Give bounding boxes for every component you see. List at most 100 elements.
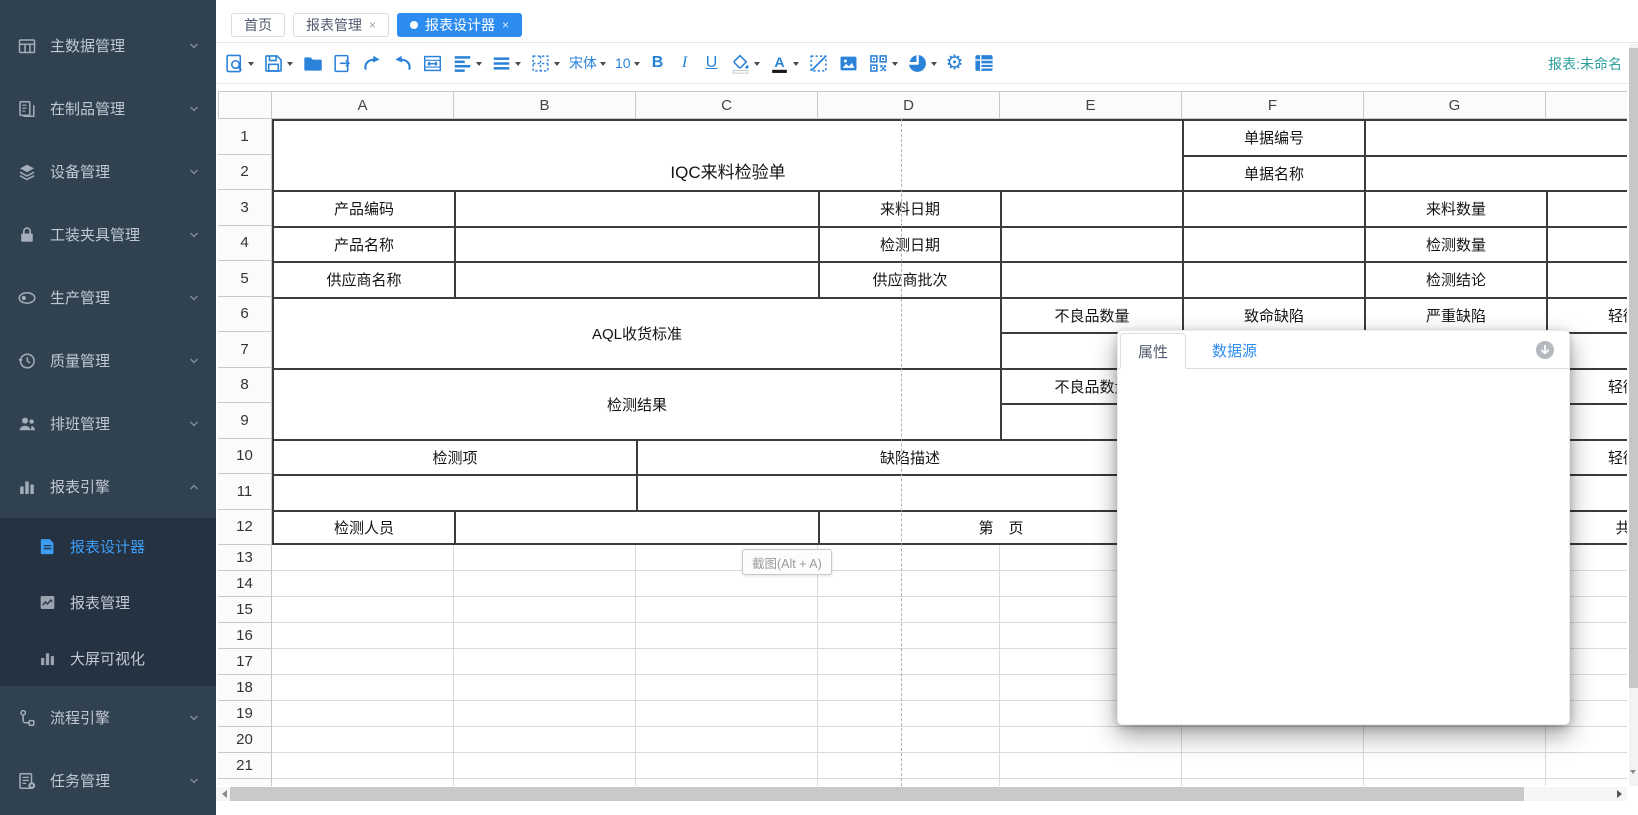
table-cell[interactable] bbox=[1364, 155, 1627, 191]
column-header[interactable]: E bbox=[1000, 91, 1182, 119]
underline-button[interactable]: U bbox=[703, 54, 721, 72]
font-family-select[interactable]: 宋体 bbox=[569, 53, 606, 73]
grid-cell[interactable] bbox=[1546, 727, 1627, 753]
sidebar-item-11[interactable]: 流程引擎 bbox=[0, 686, 216, 749]
tab-report-management[interactable]: 报表管理× bbox=[293, 13, 389, 37]
table-cell[interactable]: AQL收货标准 bbox=[272, 297, 1000, 368]
row-header[interactable]: 3 bbox=[218, 190, 272, 226]
table-cell[interactable] bbox=[454, 190, 818, 226]
table-cell[interactable]: 检测项 bbox=[272, 439, 636, 475]
grid-cell[interactable] bbox=[818, 649, 1000, 675]
table-cell[interactable] bbox=[1000, 226, 1182, 262]
grid-cell[interactable] bbox=[636, 779, 818, 786]
grid-cell[interactable] bbox=[1000, 727, 1182, 753]
grid-cell[interactable] bbox=[1364, 753, 1546, 779]
grid-cell[interactable] bbox=[454, 753, 636, 779]
grid-cell[interactable] bbox=[272, 779, 454, 786]
grid-cell[interactable] bbox=[1182, 753, 1364, 779]
row-header[interactable]: 22 bbox=[218, 779, 272, 786]
grid-cell[interactable] bbox=[454, 623, 636, 649]
table-cell[interactable]: 检测日期 bbox=[818, 226, 1000, 262]
grid-cell[interactable] bbox=[1546, 779, 1627, 786]
row-header[interactable]: 14 bbox=[218, 571, 272, 597]
table-cell[interactable]: 单据名称 bbox=[1182, 155, 1364, 191]
table-cell[interactable]: 产品编码 bbox=[272, 190, 454, 226]
horizontal-scrollbar[interactable] bbox=[216, 787, 1627, 801]
sidebar-item-7[interactable]: 报表引擎 bbox=[0, 455, 216, 518]
table-cell[interactable]: 致命缺陷 bbox=[1182, 297, 1364, 333]
row-header[interactable]: 4 bbox=[218, 226, 272, 262]
table-cell[interactable]: 不良品数量 bbox=[1000, 297, 1182, 333]
grid-cell[interactable] bbox=[818, 701, 1000, 727]
sidebar-item-12[interactable]: 任务管理 bbox=[0, 749, 216, 812]
grid-cell[interactable] bbox=[1000, 779, 1182, 786]
vertical-scrollbar[interactable] bbox=[1629, 44, 1638, 786]
insert-image-button[interactable] bbox=[838, 53, 859, 74]
undo-button[interactable] bbox=[392, 53, 413, 74]
grid-cell[interactable] bbox=[1546, 753, 1627, 779]
table-cell[interactable]: 检测数量 bbox=[1364, 226, 1546, 262]
table-cell[interactable]: 检测结论 bbox=[1364, 261, 1546, 297]
table-cell[interactable] bbox=[1182, 226, 1364, 262]
grid-cell[interactable] bbox=[272, 675, 454, 701]
font-size-select[interactable]: 10 bbox=[615, 55, 640, 71]
grid-cell[interactable] bbox=[454, 649, 636, 675]
tab-home[interactable]: 首页 bbox=[231, 13, 285, 37]
grid-cell[interactable] bbox=[272, 727, 454, 753]
tab-datasource[interactable]: 数据源 bbox=[1204, 332, 1265, 368]
table-cell[interactable] bbox=[454, 261, 818, 297]
table-cell[interactable] bbox=[636, 474, 1182, 510]
grid-cell[interactable] bbox=[272, 545, 454, 571]
grid-cell[interactable] bbox=[1182, 779, 1364, 786]
collapse-button[interactable] bbox=[1535, 340, 1555, 360]
grid-cell[interactable] bbox=[818, 571, 1000, 597]
qrcode-button[interactable] bbox=[868, 53, 898, 74]
valign-button[interactable] bbox=[491, 53, 521, 74]
grid-cell[interactable] bbox=[454, 701, 636, 727]
grid-cell[interactable] bbox=[272, 571, 454, 597]
scroll-left-arrow[interactable] bbox=[216, 787, 230, 801]
grid-cell[interactable] bbox=[818, 675, 1000, 701]
settings-button[interactable]: ⚙ bbox=[946, 53, 964, 73]
grid-cell[interactable] bbox=[1000, 753, 1182, 779]
row-header[interactable]: 17 bbox=[218, 649, 272, 675]
table-cell[interactable] bbox=[1182, 261, 1364, 297]
column-header[interactable]: C bbox=[636, 91, 818, 119]
scroll-down-arrow[interactable] bbox=[1630, 770, 1636, 777]
row-header[interactable]: 16 bbox=[218, 623, 272, 649]
italic-button[interactable]: I bbox=[676, 54, 694, 72]
grid-cell[interactable] bbox=[272, 701, 454, 727]
row-header[interactable]: 7 bbox=[218, 332, 272, 368]
grid-cell[interactable] bbox=[818, 545, 1000, 571]
grid-cell[interactable] bbox=[454, 545, 636, 571]
sidebar-item-6[interactable]: 排班管理 bbox=[0, 392, 216, 455]
grid-cell[interactable] bbox=[818, 597, 1000, 623]
grid-cell[interactable] bbox=[454, 597, 636, 623]
row-header[interactable]: 19 bbox=[218, 701, 272, 727]
grid-cell[interactable] bbox=[636, 675, 818, 701]
sidebar-subitem-8[interactable]: 报表设计器 bbox=[0, 518, 216, 574]
table-cell[interactable] bbox=[1000, 190, 1182, 226]
table-cell[interactable]: 供应商批次 bbox=[818, 261, 1000, 297]
font-color-button[interactable]: A bbox=[769, 53, 799, 74]
row-header[interactable]: 11 bbox=[218, 474, 272, 510]
row-header[interactable]: 21 bbox=[218, 753, 272, 779]
grid-cell[interactable] bbox=[818, 727, 1000, 753]
clear-cell-button[interactable] bbox=[808, 53, 829, 74]
tab-properties[interactable]: 属性 bbox=[1120, 333, 1186, 369]
column-header[interactable]: A bbox=[272, 91, 454, 119]
merge-cells-button[interactable] bbox=[422, 53, 443, 74]
grid-cell[interactable] bbox=[818, 779, 1000, 786]
tab-report-designer[interactable]: 报表设计器× bbox=[397, 13, 522, 37]
borders-button[interactable] bbox=[530, 53, 560, 74]
grid-cell[interactable] bbox=[636, 649, 818, 675]
sidebar-item-0[interactable]: 主数据管理 bbox=[0, 14, 216, 77]
table-cell[interactable] bbox=[1182, 190, 1364, 226]
sidebar-subitem-9[interactable]: 报表管理 bbox=[0, 574, 216, 630]
row-header[interactable]: 12 bbox=[218, 510, 272, 546]
row-header[interactable]: 5 bbox=[218, 261, 272, 297]
grid-cell[interactable] bbox=[636, 701, 818, 727]
row-header[interactable]: 9 bbox=[218, 403, 272, 439]
table-cell[interactable]: 严重缺陷 bbox=[1364, 297, 1546, 333]
open-button[interactable] bbox=[302, 53, 323, 74]
